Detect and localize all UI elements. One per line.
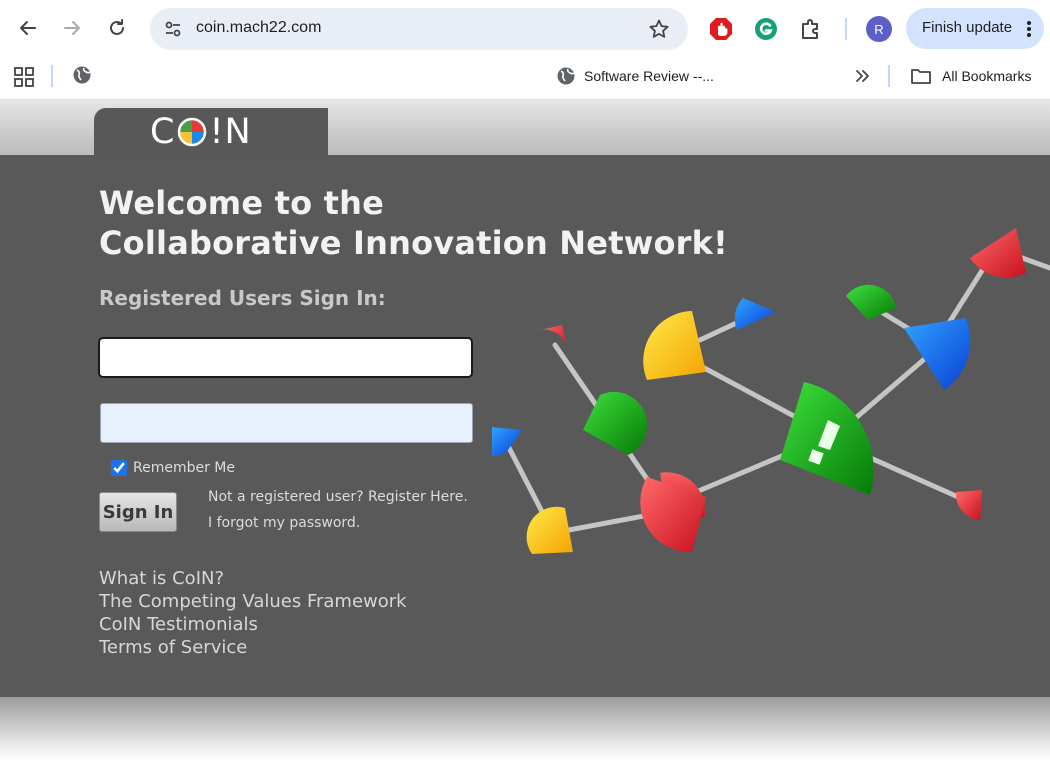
remember-me[interactable]: Remember Me bbox=[111, 460, 235, 476]
address-bar[interactable]: coin.mach22.com bbox=[150, 8, 688, 50]
register-link[interactable]: Not a registered user? Register Here. bbox=[208, 489, 468, 505]
terms-of-service-link[interactable]: Terms of Service bbox=[99, 637, 247, 658]
url-text[interactable]: coin.mach22.com bbox=[196, 19, 321, 37]
forward-button[interactable] bbox=[56, 12, 88, 44]
arrow-left-icon bbox=[20, 21, 36, 35]
bookmark-star-icon[interactable] bbox=[648, 18, 670, 40]
finish-update-label: Finish update bbox=[922, 19, 1013, 36]
coin-logo: C !N bbox=[150, 112, 252, 152]
toolbar-divider bbox=[845, 18, 847, 40]
site-settings-icon[interactable] bbox=[162, 18, 184, 40]
reload-icon bbox=[110, 19, 124, 35]
folder-icon bbox=[911, 69, 931, 84]
all-bookmarks-button[interactable]: All Bookmarks bbox=[910, 64, 1031, 88]
sign-in-button[interactable]: Sign In bbox=[99, 492, 177, 532]
footer-band bbox=[0, 697, 1050, 760]
arrow-right-icon bbox=[64, 21, 80, 35]
what-is-coin-link[interactable]: What is CoIN? bbox=[99, 568, 224, 589]
browser-toolbar: coin.mach22.com R Finish update bbox=[0, 0, 1050, 58]
reload-button[interactable] bbox=[101, 12, 133, 44]
network-illustration bbox=[492, 228, 1050, 554]
competing-values-link[interactable]: The Competing Values Framework bbox=[99, 591, 407, 612]
bookmarks-divider bbox=[888, 65, 890, 87]
profile-avatar[interactable]: R bbox=[866, 16, 892, 42]
testimonials-link[interactable]: CoIN Testimonials bbox=[99, 614, 258, 635]
coin-logo-tab[interactable]: C !N bbox=[94, 108, 328, 156]
color-wheel-logo-icon bbox=[178, 117, 207, 147]
logo-letters-in: !N bbox=[209, 112, 252, 152]
globe-icon bbox=[557, 67, 575, 85]
more-vertical-icon bbox=[1027, 21, 1031, 37]
bookmarks-divider bbox=[51, 65, 53, 87]
adblock-extension-icon[interactable] bbox=[708, 16, 734, 42]
finish-update-button[interactable]: Finish update bbox=[906, 8, 1044, 49]
network-links bbox=[502, 247, 1050, 536]
bookmark-label: Software Review --... bbox=[584, 68, 714, 84]
globe-icon[interactable] bbox=[72, 65, 92, 85]
signin-heading: Registered Users Sign In: bbox=[99, 286, 386, 310]
forgot-password-link[interactable]: I forgot my password. bbox=[208, 515, 360, 531]
page-content: C !N Welcome to the Collaborative Innova… bbox=[0, 100, 1050, 760]
bookmarks-bar: Software Review --... All Bookmarks bbox=[0, 58, 1050, 100]
password-field[interactable] bbox=[100, 403, 473, 443]
network-nodes bbox=[492, 228, 1026, 554]
all-bookmarks-label: All Bookmarks bbox=[942, 68, 1032, 84]
remember-me-checkbox[interactable] bbox=[111, 460, 127, 476]
username-field[interactable] bbox=[98, 337, 473, 378]
back-button[interactable] bbox=[12, 12, 44, 44]
extensions-puzzle-icon[interactable] bbox=[798, 16, 824, 42]
chevron-double-right-icon[interactable] bbox=[852, 66, 872, 86]
grammarly-extension-icon[interactable] bbox=[753, 16, 779, 42]
apps-grid-icon[interactable] bbox=[13, 66, 35, 88]
logo-letter-c: C bbox=[150, 112, 176, 152]
welcome-line-1: Welcome to the bbox=[99, 184, 384, 222]
remember-me-label: Remember Me bbox=[133, 460, 235, 476]
main-panel: Welcome to the Collaborative Innovation … bbox=[0, 155, 1050, 697]
bookmark-software-review[interactable]: Software Review --... bbox=[556, 64, 714, 88]
